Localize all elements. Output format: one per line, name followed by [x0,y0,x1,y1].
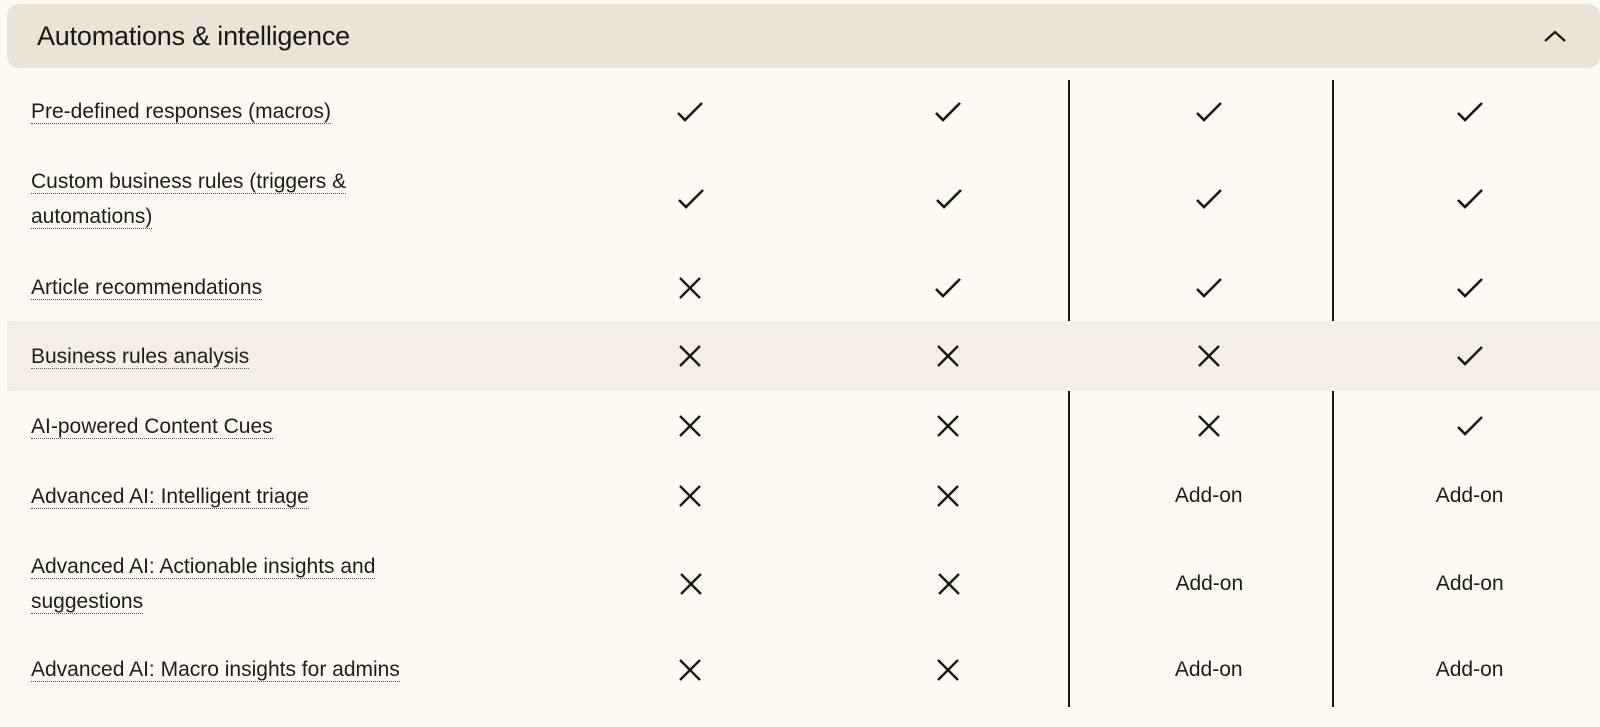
cross-icon [817,484,1078,508]
feature-name: Advanced AI: Actionable insights and sug… [7,549,430,619]
cross-icon [562,414,818,438]
check-icon [1079,187,1339,211]
cross-icon [819,572,1079,596]
table-row: Custom business rules (triggers & automa… [7,143,1600,254]
check-icon [563,187,819,211]
cross-icon [1078,414,1339,438]
cross-icon [562,344,818,368]
cross-icon [817,344,1078,368]
table-row: Advanced AI: Macro insights for admins Ad… [7,636,1600,703]
feature-tooltip-link[interactable]: Article recommendations [31,276,263,300]
feature-tooltip-link[interactable]: AI-powered Content Cues [31,414,273,439]
table-row: Article recommendations [7,254,1600,321]
feature-name: Advanced AI: Macro insights for admins [7,652,562,687]
section-header-toggle[interactable]: Automations & intelligence [7,4,1600,68]
cross-icon [562,658,818,682]
check-icon [1339,344,1600,368]
cross-icon [1078,344,1339,368]
cross-icon [562,484,818,508]
feature-tooltip-link[interactable]: Advanced AI: Actionable insights and sug… [31,554,376,614]
feature-tooltip-link[interactable]: Pre-defined responses (macros) [31,100,331,124]
table-row: Pre-defined responses (macros) [7,80,1600,143]
check-icon [1339,414,1600,438]
check-icon [1078,100,1339,124]
check-icon [1339,100,1600,124]
check-icon [562,100,818,124]
chevron-up-icon[interactable] [1540,21,1570,51]
feature-tooltip-link[interactable]: Advanced AI: Macro insights for admins [31,658,400,682]
addon-label: Add-on [1435,484,1504,507]
cross-icon [563,572,819,596]
check-icon [1078,276,1339,300]
check-icon [1340,187,1600,211]
addon-label: Add-on [1435,571,1504,595]
table-row: Advanced AI: Actionable insights and sug… [7,531,1600,636]
addon-label: Add-on [1175,571,1244,595]
cross-icon [817,658,1078,682]
addon-label: Add-on [1174,484,1243,507]
check-icon [1339,276,1600,300]
check-icon [817,276,1078,300]
table-row: Business rules analysis [7,321,1600,391]
section-title: Automations & intelligence [37,20,350,51]
feature-name: AI-powered Content Cues [7,409,562,444]
table-row: Advanced AI: Intelligent triage Add-on Add… [7,461,1600,531]
feature-tooltip-link[interactable]: Business rules analysis [31,344,250,369]
feature-tooltip-link[interactable]: Advanced AI: Intelligent triage [31,484,309,509]
cross-icon [817,414,1078,438]
addon-label: Add-on [1435,657,1504,681]
feature-name: Business rules analysis [7,339,562,374]
feature-name: Custom business rules (triggers & automa… [7,164,430,234]
feature-name: Pre-defined responses (macros) [7,94,562,129]
check-icon [819,187,1079,211]
check-icon [817,100,1078,124]
cross-icon [562,276,818,300]
feature-tooltip-link[interactable]: Custom business rules (triggers & automa… [31,169,347,229]
addon-label: Add-on [1174,657,1243,681]
feature-name: Article recommendations [7,270,562,305]
feature-comparison-table: Pre-defined responses (macros) Custom bus… [7,80,1600,703]
table-row: AI-powered Content Cues [7,391,1600,461]
feature-name: Advanced AI: Intelligent triage [7,479,562,514]
